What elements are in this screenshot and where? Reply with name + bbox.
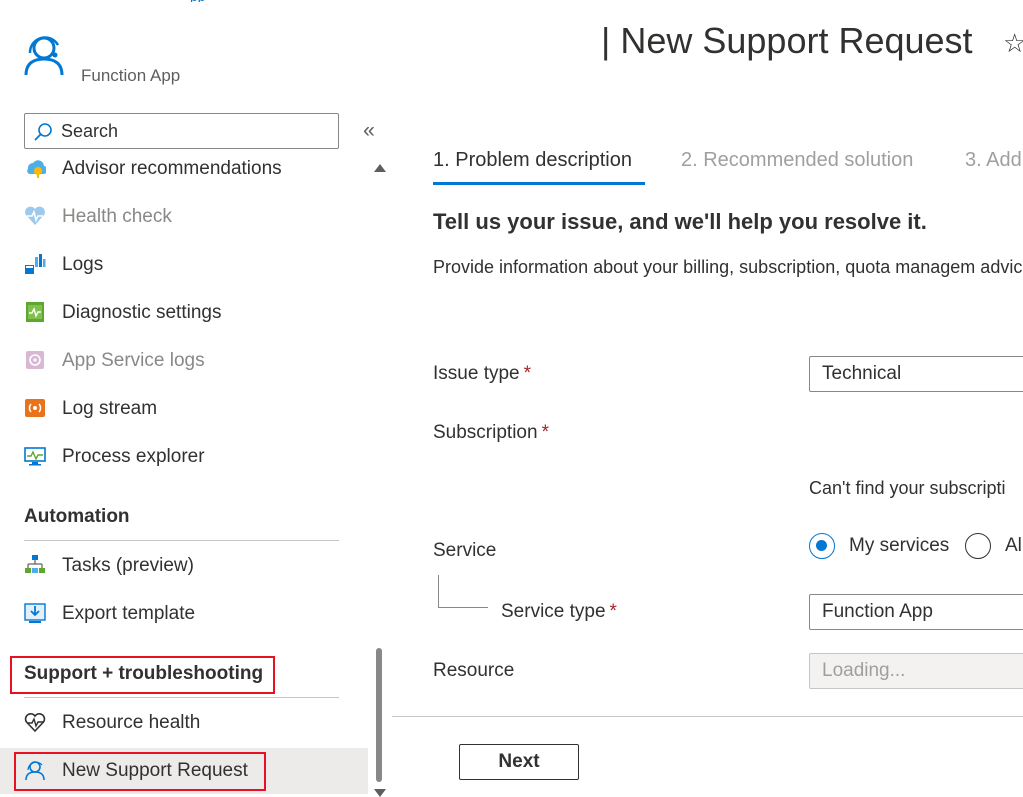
- issue-type-label-text: Issue type: [433, 363, 520, 384]
- required-marker: *: [523, 363, 532, 384]
- next-button[interactable]: Next: [459, 744, 579, 780]
- logs-icon: [25, 254, 46, 274]
- sidebar-item-logs[interactable]: Logs: [0, 242, 368, 288]
- service-type-label: Service type *: [501, 601, 617, 623]
- resource-placeholder: Loading...: [822, 660, 906, 681]
- favorite-star-icon[interactable]: ☆: [1003, 28, 1023, 59]
- page-title: | New Support Request: [601, 20, 973, 61]
- top-breadcrumb-link[interactable]: pp: [190, 0, 230, 2]
- service-label: Service: [433, 540, 497, 561]
- search-box[interactable]: [24, 113, 339, 149]
- radio-all-services[interactable]: [965, 533, 991, 559]
- sidebar-item-app-service-logs[interactable]: App Service logs: [0, 338, 368, 384]
- tasks-icon: [25, 555, 45, 573]
- diagnostic-settings-icon: [26, 302, 44, 322]
- required-marker: *: [541, 422, 549, 443]
- tab-additional-details[interactable]: 3. Add: [965, 149, 1022, 172]
- sidebar: pp Function App « Advisor recommendation…: [0, 0, 392, 797]
- scrollbar-thumb[interactable]: [376, 648, 382, 782]
- heart-icon: [24, 713, 46, 733]
- sidebar-item-new-support-request[interactable]: New Support Request: [0, 748, 368, 794]
- support-person-icon: [24, 36, 64, 76]
- section-title-support-troubleshooting: Support + troubleshooting: [24, 663, 264, 684]
- radio-label-my-services[interactable]: My services: [849, 535, 949, 557]
- log-stream-icon: [25, 399, 45, 417]
- sidebar-item-label: Process explorer: [62, 446, 205, 467]
- issue-type-label: Issue type *: [433, 363, 531, 385]
- form-description: Provide information about your billing, …: [433, 257, 1023, 277]
- required-marker: *: [609, 601, 617, 622]
- search-icon: [34, 123, 52, 141]
- sidebar-item-label: Tasks (preview): [62, 555, 194, 576]
- app-service-logs-icon: [26, 351, 44, 369]
- sidebar-item-process-explorer[interactable]: Process explorer: [0, 434, 368, 480]
- collapse-sidebar-button[interactable]: «: [358, 118, 380, 144]
- footer-divider: [392, 716, 1023, 717]
- service-type-label-text: Service type: [501, 601, 606, 622]
- tree-connector: [438, 607, 488, 608]
- issue-type-value: Technical: [822, 363, 902, 384]
- process-explorer-icon: [24, 447, 46, 466]
- subscription-help-link[interactable]: Can't find your subscripti: [809, 478, 1006, 499]
- sidebar-item-advisor-recommendations[interactable]: Advisor recommendations: [0, 146, 368, 192]
- sidebar-item-label: Export template: [62, 603, 196, 624]
- section-divider: [24, 697, 339, 698]
- resource-label: Resource: [433, 660, 515, 681]
- resource-dropdown[interactable]: Loading...: [809, 653, 1023, 689]
- subscription-label: Subscription *: [433, 422, 549, 444]
- service-type-dropdown[interactable]: Function App: [809, 594, 1023, 630]
- sidebar-item-log-stream[interactable]: Log stream: [0, 386, 368, 432]
- advisor-icon: [27, 160, 46, 178]
- tree-connector: [438, 575, 439, 607]
- sidebar-item-diagnostic-settings[interactable]: Diagnostic settings: [0, 290, 368, 336]
- sidebar-item-label: Logs: [62, 254, 104, 275]
- tab-recommended-solution[interactable]: 2. Recommended solution: [681, 149, 913, 172]
- sidebar-item-health-check[interactable]: Health check: [0, 194, 368, 240]
- section-title-automation: Automation: [24, 506, 130, 527]
- sidebar-item-label: Advisor recommendations: [62, 158, 282, 179]
- sidebar-item-label: Resource health: [62, 712, 201, 733]
- sidebar-item-tasks-preview[interactable]: Tasks (preview): [0, 543, 368, 589]
- health-check-icon: [25, 206, 45, 225]
- sidebar-item-resource-health[interactable]: Resource health: [0, 700, 368, 746]
- export-template-icon: [24, 603, 46, 623]
- sidebar-item-label: Diagnostic settings: [62, 302, 222, 323]
- scroll-up-arrow-icon[interactable]: [374, 164, 386, 172]
- issue-type-dropdown[interactable]: Technical: [809, 356, 1023, 392]
- resource-type-label: Function App: [81, 66, 181, 85]
- tab-problem-description[interactable]: 1. Problem description: [433, 149, 632, 172]
- form-heading: Tell us your issue, and we'll help you r…: [433, 209, 927, 234]
- active-tab-indicator: [433, 182, 645, 185]
- support-person-icon: [25, 761, 45, 781]
- sidebar-item-label: Log stream: [62, 398, 158, 419]
- radio-my-services[interactable]: [809, 533, 835, 559]
- subscription-label-text: Subscription: [433, 422, 538, 443]
- sidebar-item-label: Health check: [62, 206, 172, 227]
- service-type-value: Function App: [822, 601, 933, 622]
- radio-label-all-services[interactable]: Al: [1005, 535, 1022, 557]
- sidebar-item-label: App Service logs: [62, 350, 205, 371]
- search-input[interactable]: [61, 119, 331, 143]
- sidebar-item-label: New Support Request: [62, 760, 248, 781]
- section-divider: [24, 540, 339, 541]
- sidebar-item-export-template[interactable]: Export template: [0, 591, 368, 637]
